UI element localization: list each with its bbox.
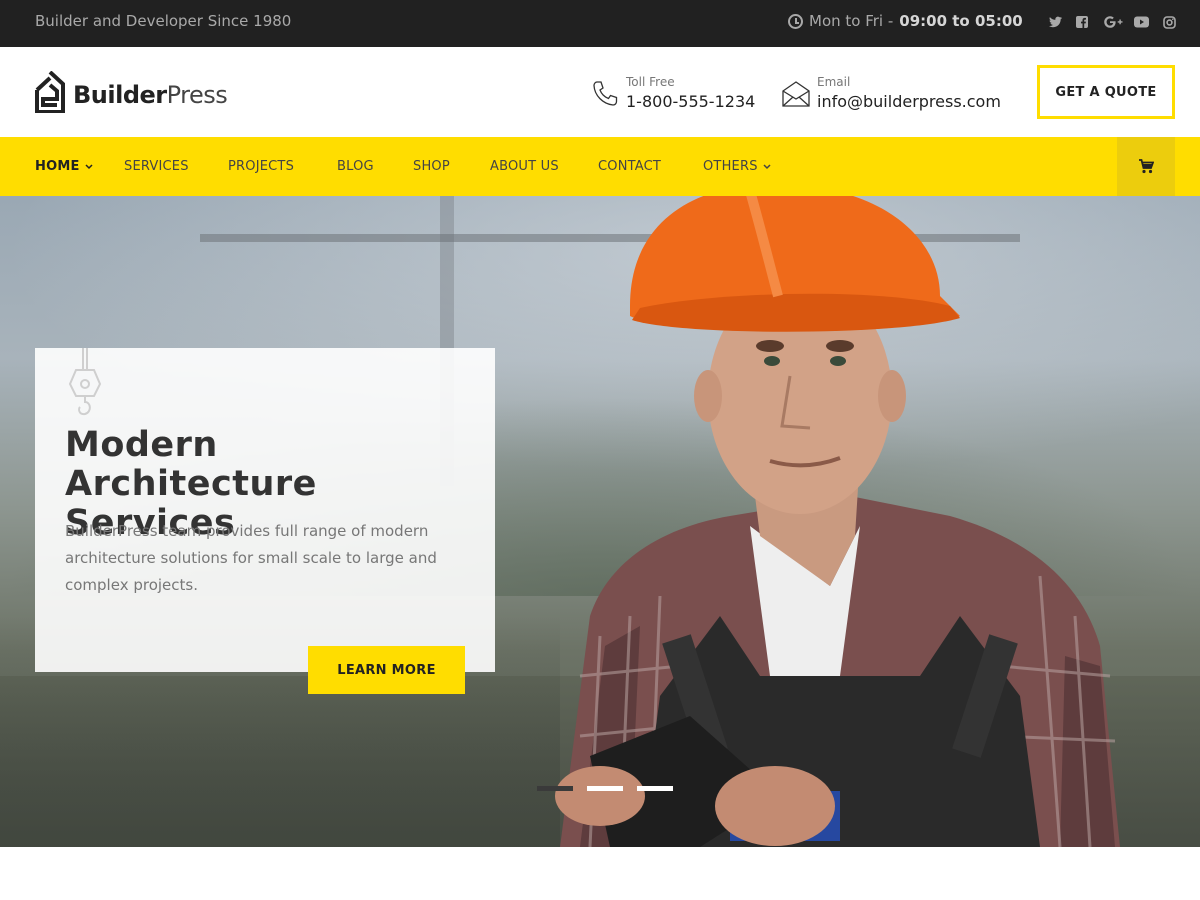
- instagram-icon[interactable]: [1160, 12, 1178, 32]
- slider-dots: [537, 786, 673, 791]
- nav-item-projects[interactable]: PROJECTS: [228, 137, 294, 196]
- phone-icon: [593, 81, 618, 106]
- slider-dot-1[interactable]: [537, 786, 573, 791]
- crane-hook-icon: [68, 348, 102, 416]
- email-address[interactable]: info@builderpress.com: [817, 93, 1001, 111]
- nav-item-about-us[interactable]: ABOUT US: [490, 137, 559, 196]
- tagline: Builder and Developer Since 1980: [35, 12, 292, 30]
- nav-item-blog[interactable]: BLOG: [337, 137, 374, 196]
- hero-slider: Modern Architecture Services BuilderPres…: [0, 196, 1200, 847]
- hero-description: BuilderPress team provides full range of…: [65, 522, 437, 594]
- site-header: BuilderPress Toll Free 1-800-555-1234 Em…: [0, 47, 1200, 137]
- get-a-quote-button[interactable]: GET A QUOTE: [1037, 65, 1175, 119]
- email-label: Email: [817, 75, 851, 89]
- nav-item-others[interactable]: OTHERS: [703, 137, 771, 196]
- slider-dot-2[interactable]: [587, 786, 623, 791]
- twitter-icon[interactable]: [1046, 12, 1064, 32]
- email-contact: Email info@builderpress.com: [781, 75, 1001, 111]
- phone-contact: Toll Free 1-800-555-1234: [590, 75, 755, 111]
- logo-text: BuilderPress: [73, 81, 228, 109]
- clock-icon: [788, 13, 803, 29]
- chevron-down-icon: [85, 163, 93, 169]
- youtube-icon[interactable]: [1132, 12, 1150, 32]
- learn-more-button[interactable]: LEARN MORE: [308, 646, 465, 694]
- logo[interactable]: BuilderPress: [35, 71, 228, 113]
- hours-prefix: Mon to Fri -: [809, 12, 894, 30]
- hero-card: Modern Architecture Services BuilderPres…: [35, 348, 495, 672]
- main-nav: HOME SERVICES PROJECTS BLOG SHOP ABOUT U…: [0, 137, 1200, 196]
- top-bar: Builder and Developer Since 1980 Mon to …: [0, 0, 1200, 47]
- nav-item-shop[interactable]: SHOP: [413, 137, 450, 196]
- envelope-icon: [782, 81, 810, 107]
- phone-number[interactable]: 1-800-555-1234: [626, 93, 755, 111]
- cart-button[interactable]: [1117, 137, 1175, 196]
- logo-mark-icon: [35, 71, 65, 113]
- google-plus-icon[interactable]: [1102, 12, 1124, 32]
- working-hours: Mon to Fri - 09:00 to 05:00: [788, 12, 1023, 30]
- chevron-down-icon: [763, 163, 771, 169]
- hero-worker-image: [555, 196, 1120, 847]
- hours-time: 09:00 to 05:00: [899, 12, 1023, 30]
- phone-label: Toll Free: [626, 75, 675, 89]
- slider-dot-3[interactable]: [637, 786, 673, 791]
- nav-item-home[interactable]: HOME: [35, 137, 93, 196]
- facebook-icon[interactable]: [1073, 12, 1091, 32]
- cart-icon: [1139, 159, 1154, 174]
- nav-item-services[interactable]: SERVICES: [124, 137, 189, 196]
- nav-item-contact[interactable]: CONTACT: [598, 137, 661, 196]
